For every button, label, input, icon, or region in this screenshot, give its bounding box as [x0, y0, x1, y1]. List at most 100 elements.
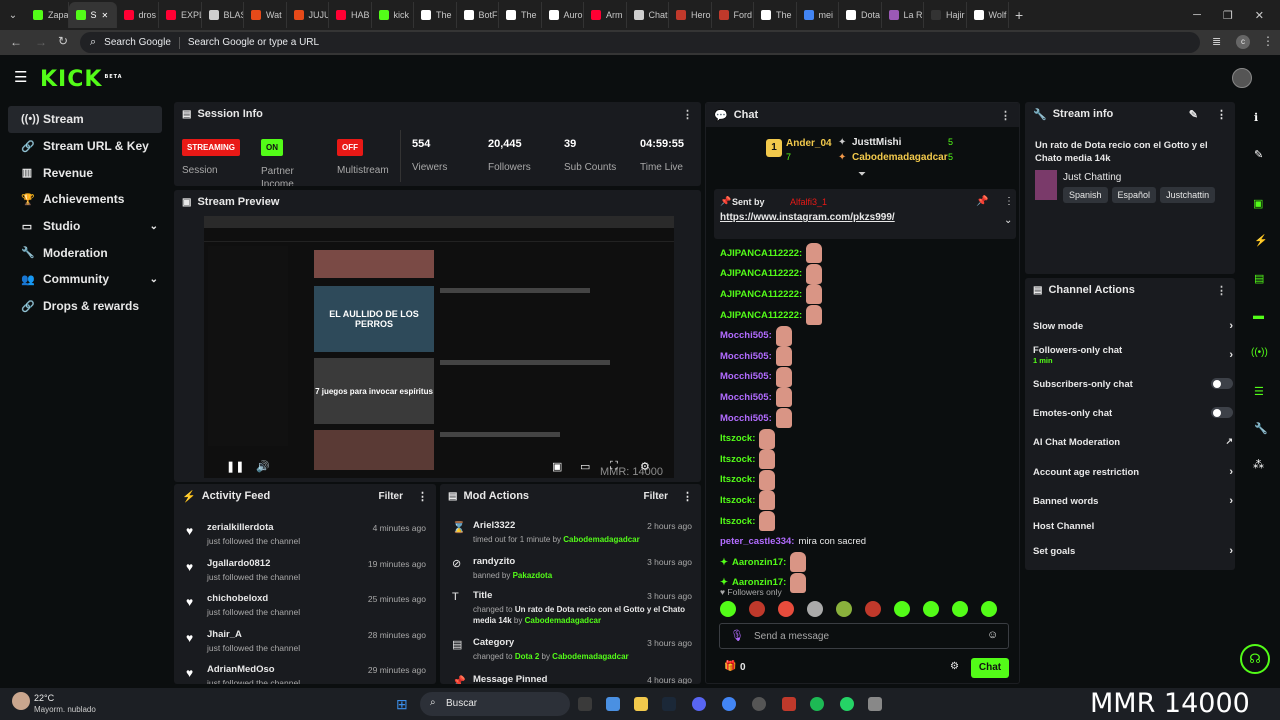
theater-icon[interactable]: ▭ — [580, 460, 590, 473]
browser-tab[interactable]: Wolf — [967, 2, 1009, 28]
info-icon[interactable]: ℹ — [1254, 111, 1258, 124]
chat-username[interactable]: Itszock: — [720, 433, 755, 444]
video-player[interactable]: EL AULLIDO DE LOS PERROS 7 juegos para i… — [204, 216, 674, 478]
emote-icon[interactable] — [807, 601, 823, 617]
ai-moderation-action[interactable]: AI Chat Moderation ↗ — [1033, 436, 1233, 448]
chat-username[interactable]: Mocchi505: — [720, 351, 772, 362]
emote-icon[interactable] — [778, 601, 794, 617]
browser-tab[interactable]: JUJU — [287, 2, 329, 28]
chat-username[interactable]: Mocchi505: — [720, 413, 772, 424]
obs-icon[interactable] — [752, 697, 766, 711]
reload-icon[interactable]: ↻ — [58, 34, 68, 48]
address-bar[interactable]: ⌕ Search Google Search Google or type a … — [80, 32, 1200, 53]
browser-tab[interactable]: kick — [372, 2, 414, 28]
account-age-action[interactable]: Account age restriction › — [1033, 466, 1233, 478]
browser-tab[interactable]: Hajir — [924, 2, 967, 28]
banned-words-action[interactable]: Banned words › — [1033, 495, 1233, 507]
profile-avatar[interactable]: c — [1236, 35, 1250, 49]
multistream-off-badge[interactable]: OFF — [337, 139, 363, 156]
send-chat-button[interactable]: Chat — [971, 658, 1009, 678]
emoji-icon[interactable]: ☺ — [987, 629, 998, 641]
pause-icon[interactable]: ❚❚ — [226, 460, 244, 473]
sidebar-item-revenue[interactable]: ▥ Revenue — [8, 159, 162, 186]
taskbar-search[interactable]: ⌕ Buscar — [420, 692, 570, 716]
chat-username[interactable]: Aaronzin17: — [732, 557, 786, 568]
browser-menu-icon[interactable]: ⋮ — [1262, 34, 1274, 48]
chrome-icon[interactable] — [722, 697, 736, 711]
chat-username[interactable]: AJIPANCA112222: — [720, 310, 802, 321]
edit-icon[interactable]: ✎ — [1254, 148, 1263, 161]
sidebar-item-studio[interactable]: ▭ Studio ⌄ — [8, 213, 162, 240]
weather-desc[interactable]: Mayorm. nublado — [34, 705, 96, 714]
chat-username[interactable]: Itszock: — [720, 474, 755, 485]
discord-icon[interactable] — [692, 697, 706, 711]
followers-only-action[interactable]: Followers-only chat 1 min › — [1033, 345, 1233, 365]
wrench-icon[interactable]: 🔧 — [1254, 422, 1268, 435]
more-options-icon[interactable]: ⋮ — [682, 108, 693, 121]
browser-tab[interactable]: BLAS — [202, 2, 244, 28]
tab-list-icon[interactable]: ⌄ — [0, 10, 26, 21]
browser-tab[interactable]: Zapa — [26, 2, 69, 28]
mod-filter-button[interactable]: Filter — [644, 491, 668, 502]
chat-username[interactable]: AJIPANCA112222: — [720, 268, 802, 279]
follower-name[interactable]: zerialkillerdota — [207, 522, 274, 533]
mod-action-name[interactable]: Ariel3322 — [473, 520, 515, 531]
chat-username[interactable]: AJIPANCA112222: — [720, 289, 802, 300]
pinned-link[interactable]: https://www.instagram.com/pkzs999/ — [720, 212, 895, 223]
weather-temp[interactable]: 22°C — [34, 693, 54, 703]
browser-tab[interactable]: BotF — [457, 2, 499, 28]
follower-name[interactable]: AdrianMedOso — [207, 664, 275, 675]
tag[interactable]: Español — [1111, 187, 1157, 203]
pip-icon[interactable]: ▣ — [552, 460, 562, 473]
restore-icon[interactable]: ❐ — [1223, 9, 1233, 22]
app-icon[interactable] — [782, 697, 796, 711]
slow-mode-action[interactable]: Slow mode › — [1033, 320, 1233, 332]
browser-tab[interactable]: S ✕ — [68, 2, 117, 28]
sidebar-item-achievements[interactable]: 🏆 Achievements — [8, 186, 162, 213]
file-explorer-icon[interactable] — [634, 697, 648, 711]
mod-action-name[interactable]: Category — [473, 637, 514, 648]
tag[interactable]: Spanish — [1063, 187, 1108, 203]
browser-tab[interactable]: HAB — [329, 2, 372, 28]
new-tab-button[interactable]: + — [1015, 7, 1023, 23]
more-options-icon[interactable]: ⋮ — [1004, 196, 1014, 207]
emote-icon[interactable] — [981, 601, 997, 617]
more-options-icon[interactable]: ⋮ — [1000, 109, 1011, 122]
follower-name[interactable]: Jhair_A — [207, 629, 242, 640]
more-options-icon[interactable]: ⋮ — [682, 490, 693, 503]
chat-username[interactable]: AJIPANCA112222: — [720, 248, 802, 259]
browser-tab[interactable]: The — [754, 2, 797, 28]
spotify-icon[interactable] — [810, 697, 824, 711]
unpin-icon[interactable]: 📌 — [976, 196, 988, 207]
emote-icon[interactable] — [952, 601, 968, 617]
back-icon[interactable]: ← — [10, 35, 22, 49]
browser-tab[interactable]: Dota — [839, 2, 882, 28]
activity-filter-button[interactable]: Filter — [379, 491, 403, 502]
steam-icon[interactable] — [662, 697, 676, 711]
browser-tab[interactable]: Hero — [669, 2, 712, 28]
browser-tab[interactable]: Chat — [627, 2, 669, 28]
partner-on-badge[interactable]: ON — [261, 139, 283, 156]
copilot-icon[interactable] — [606, 697, 620, 711]
browser-tab[interactable]: The — [499, 2, 542, 28]
video-thumbnail[interactable]: EL AULLIDO DE LOS PERROS — [314, 286, 434, 352]
video-thumbnail[interactable]: 7 juegos para invocar espíritus — [314, 358, 434, 424]
chat-username[interactable]: Mocchi505: — [720, 371, 772, 382]
broadcast-icon[interactable]: ((•)) — [1251, 347, 1268, 358]
emote-icon[interactable] — [749, 601, 765, 617]
chevron-down-icon[interactable]: ⌄ — [1004, 215, 1012, 226]
emote-icon[interactable] — [836, 601, 852, 617]
emote-icon[interactable] — [894, 601, 910, 617]
chat-input[interactable]: 🎙 Send a message ☺ — [719, 623, 1009, 649]
sidebar-item-stream-url[interactable]: 🔗 Stream URL & Key — [8, 133, 162, 160]
tab-search-icon[interactable]: ≣ — [1212, 35, 1221, 48]
sidebar-item-community[interactable]: 👥 Community ⌄ — [8, 266, 162, 293]
browser-tab[interactable]: mei — [797, 2, 839, 28]
mod-action-name[interactable]: Message Pinned — [473, 674, 547, 684]
chat-username[interactable]: Mocchi505: — [720, 330, 772, 341]
sidebar-item-stream[interactable]: ((•)) Stream — [8, 106, 162, 133]
follower-name[interactable]: chichobeloxd — [207, 593, 268, 604]
close-window-icon[interactable]: ✕ — [1255, 9, 1264, 22]
mod-action-name[interactable]: randyzito — [473, 556, 515, 567]
settings-gear-icon[interactable]: ⚙ — [950, 661, 959, 672]
